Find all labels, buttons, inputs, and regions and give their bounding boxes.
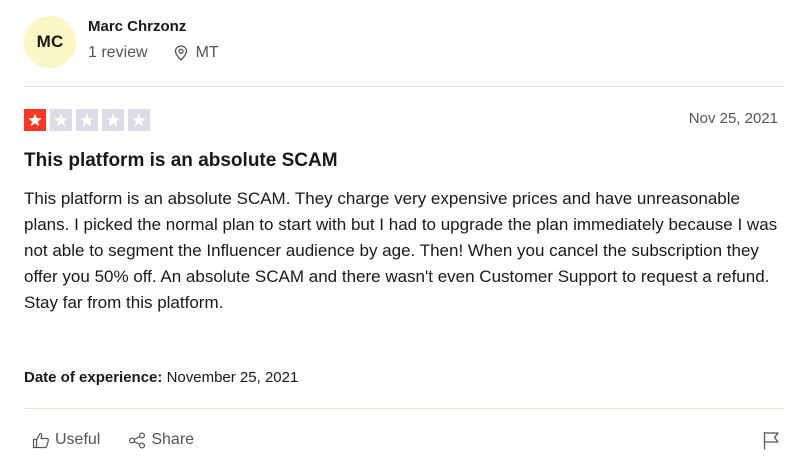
review-count: 1 review [88,44,148,61]
thumbs-up-icon [32,432,49,448]
share-icon [129,431,146,449]
date-of-experience: Date of experience: November 25, 2021 [24,369,298,386]
review-title[interactable]: This platform is an absolute SCAM [24,150,338,172]
divider [24,408,784,409]
star-rating [24,109,154,131]
reviewer-location: MT [174,44,219,62]
review-body-paragraph: Stay far from this platform. [24,293,224,312]
avatar-initials: MC [36,32,64,51]
star-icon [76,109,98,131]
star-icon [50,109,72,131]
reviewer-meta: 1 review MT [88,44,219,62]
experience-label: Date of experience: [24,369,163,386]
report-button[interactable] [762,431,780,455]
review-body: This platform is an absolute SCAM. They … [24,186,784,316]
location-pin-icon [174,45,187,61]
experience-date: November 25, 2021 [166,369,299,386]
review-body-paragraph: This platform is an absolute SCAM. They … [24,189,778,286]
flag-icon [763,432,779,450]
location-label: MT [195,44,219,61]
star-icon [24,109,46,131]
share-label: Share [151,431,195,448]
divider [24,86,784,87]
review-actions: Useful Share [32,431,222,449]
avatar[interactable]: MC [24,16,76,68]
reviewer-name[interactable]: Marc Chrzonz [88,18,186,35]
star-icon [102,109,124,131]
star-icon [128,109,150,131]
useful-label: Useful [55,431,101,448]
share-button[interactable]: Share [128,431,194,449]
useful-button[interactable]: Useful [32,431,100,449]
review-date: Nov 25, 2021 [688,110,778,127]
